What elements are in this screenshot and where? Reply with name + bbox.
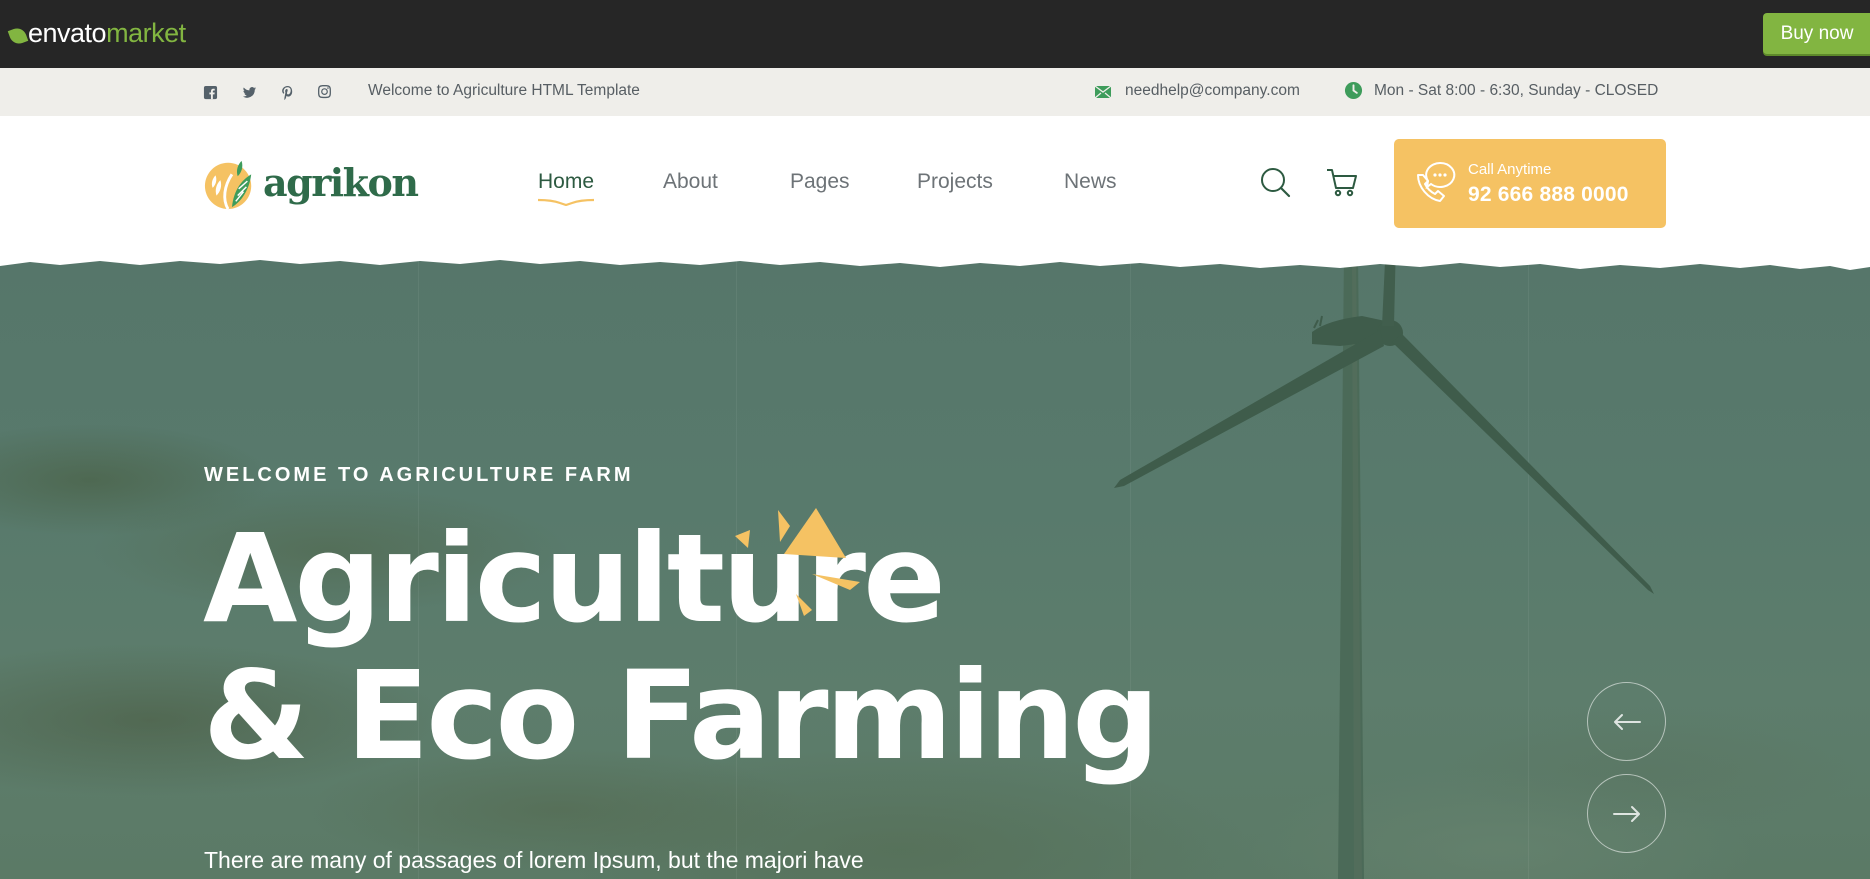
envato-leaf-icon [7, 25, 29, 46]
arrow-right-icon [1612, 805, 1640, 822]
instagram-icon[interactable] [315, 83, 333, 101]
pinterest-icon[interactable] [278, 83, 296, 101]
search-icon[interactable] [1259, 166, 1291, 198]
call-label: Call Anytime [1468, 161, 1552, 178]
logo-text: agrikon [263, 159, 419, 205]
buy-now-button[interactable]: Buy now [1763, 13, 1870, 54]
sparkle-decoration-icon [735, 508, 860, 616]
wheat-logo-icon [203, 156, 257, 212]
twitter-icon[interactable] [240, 83, 258, 101]
hero-description: There are many of passages of lorem Ipsu… [204, 847, 864, 873]
facebook-icon[interactable] [201, 83, 219, 101]
envelope-icon [1094, 83, 1112, 101]
nav-about[interactable]: About [663, 170, 718, 194]
welcome-text: Welcome to Agriculture HTML Template [368, 82, 640, 99]
clock-icon [1344, 81, 1363, 100]
envato-logo[interactable]: envato market [7, 18, 186, 49]
nav-news[interactable]: News [1064, 170, 1117, 194]
slider-next-button[interactable] [1587, 774, 1666, 853]
nav-home[interactable]: Home [538, 170, 594, 194]
torn-paper-edge [0, 250, 1870, 270]
envato-brand-suffix: market [106, 18, 186, 48]
nav-pages[interactable]: Pages [790, 170, 850, 194]
hero-slider: WELCOME TO AGRICULTURE FARM Agriculture … [0, 250, 1870, 879]
site-header: agrikon Home About Pages Projects News C… [0, 116, 1870, 266]
hero-kicker: WELCOME TO AGRICULTURE FARM [204, 464, 634, 486]
call-number: 92 666 888 0000 [1468, 183, 1629, 206]
envato-bar: envato market Buy now [0, 0, 1870, 68]
arrow-left-icon [1613, 713, 1641, 730]
cart-icon[interactable] [1326, 166, 1358, 198]
active-nav-indicator [538, 198, 594, 206]
slider-prev-button[interactable] [1587, 682, 1666, 761]
site-logo[interactable]: agrikon [203, 156, 419, 212]
nav-projects[interactable]: Projects [917, 170, 993, 194]
opening-hours: Mon - Sat 8:00 - 6:30, Sunday - CLOSED [1374, 82, 1659, 99]
call-anytime-button[interactable]: Call Anytime 92 666 888 0000 [1394, 139, 1666, 228]
email-link[interactable]: needhelp@company.com [1125, 82, 1300, 100]
topbar: Welcome to Agriculture HTML Template nee… [0, 68, 1870, 116]
hero-title-line2: & Eco Farming [203, 645, 1160, 787]
envato-brand: envato [28, 18, 107, 48]
phone-chat-icon [1414, 161, 1458, 203]
